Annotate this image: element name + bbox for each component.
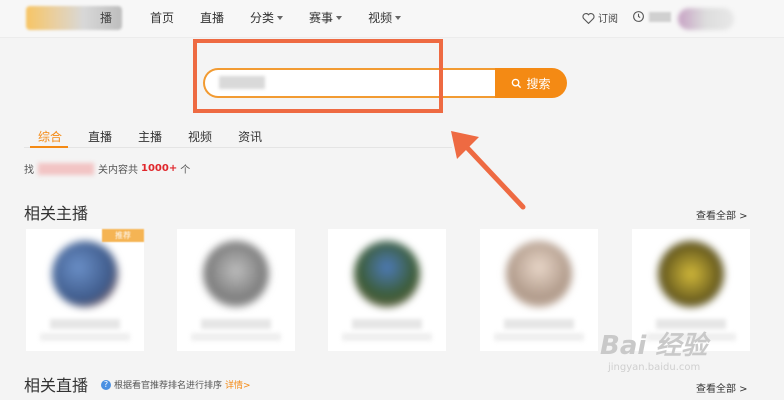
anchor-info <box>342 333 432 341</box>
anchor-info <box>40 333 130 341</box>
anchor-avatar <box>658 241 724 307</box>
nav-item-label: 视频 <box>368 11 393 25</box>
active-tab-indicator <box>30 146 68 148</box>
result-count: 1000+ <box>141 163 178 174</box>
heart-icon <box>582 12 595 24</box>
nav-item-events[interactable]: 赛事 <box>309 9 343 26</box>
baidu-jingyan-watermark: Bai 经验 jingyan.baidu.com <box>600 325 707 373</box>
see-all-live-link[interactable]: 查看全部 > <box>696 380 748 395</box>
live-hint: ? 根据看官推荐排名进行排序 详情> <box>101 378 251 391</box>
annotation-arrow <box>451 131 526 210</box>
anchor-info <box>494 333 584 341</box>
anchor-avatar <box>506 241 572 307</box>
section-title-live: 相关直播 <box>24 376 89 395</box>
anchor-name <box>50 319 120 329</box>
nav-item-label: 赛事 <box>309 11 334 25</box>
search-button[interactable]: 搜索 <box>495 68 567 98</box>
result-tabs: 综合 直播 主播 视频 资讯 <box>38 128 288 145</box>
anchor-card[interactable] <box>328 229 446 351</box>
tab-live[interactable]: 直播 <box>88 128 112 145</box>
anchor-name <box>201 319 271 329</box>
search-icon <box>512 78 522 88</box>
anchor-avatar <box>354 241 420 307</box>
question-icon: ? <box>101 379 111 390</box>
tab-news[interactable]: 资讯 <box>238 128 262 145</box>
anchor-name <box>504 319 574 329</box>
anchor-card[interactable] <box>177 229 295 351</box>
see-all-anchors-link[interactable]: 查看全部 > <box>696 207 748 222</box>
anchor-name <box>352 319 422 329</box>
result-suffix: 个 <box>180 165 191 176</box>
result-middle: 关内容共 <box>98 165 138 176</box>
blurred-keyword <box>38 162 94 175</box>
chevron-down-icon <box>336 15 343 20</box>
result-summary: 找 关内容共 1000+ 个 <box>24 161 190 176</box>
nav-item-label: 首页 <box>150 11 175 25</box>
anchor-info <box>191 333 281 341</box>
user-avatar[interactable] <box>678 8 734 30</box>
chevron-down-icon <box>277 15 284 20</box>
recommend-badge: 推荐 <box>102 229 144 242</box>
search-button-label: 搜索 <box>526 76 551 91</box>
clock-icon <box>633 11 644 22</box>
annotation-highlight-box <box>193 39 443 113</box>
nav-item-label: 直播 <box>200 11 225 25</box>
live-hint-details-link[interactable]: 详情> <box>225 378 251 391</box>
site-logo-text: 播 <box>100 11 113 25</box>
section-title-anchors: 相关主播 <box>24 204 89 223</box>
anchor-avatar <box>203 241 269 307</box>
tab-videos[interactable]: 视频 <box>188 128 212 145</box>
live-hint-text: 根据看官推荐排名进行排序 <box>114 381 223 391</box>
top-navigation-bar: 播 首页 直播 分类 赛事 视频 订阅 <box>0 0 784 38</box>
anchor-card[interactable]: 推荐 <box>26 229 144 351</box>
chevron-down-icon <box>395 15 402 20</box>
tab-anchors[interactable]: 主播 <box>138 128 162 145</box>
history-button[interactable] <box>632 10 671 23</box>
nav-item-label: 分类 <box>250 11 275 25</box>
watermark-url: jingyan.baidu.com <box>608 362 701 373</box>
subscribe-label: 订阅 <box>598 14 618 25</box>
nav-item-live[interactable]: 直播 <box>200 9 224 26</box>
anchor-avatar <box>52 241 118 307</box>
nav-item-home[interactable]: 首页 <box>150 9 174 26</box>
watermark-logo: Bai 经验 <box>600 331 708 361</box>
main-nav: 首页 直播 分类 赛事 视频 <box>150 9 427 26</box>
history-label <box>649 11 671 22</box>
result-prefix: 找 <box>24 165 34 176</box>
nav-item-video[interactable]: 视频 <box>368 9 402 26</box>
tab-all[interactable]: 综合 <box>38 128 62 145</box>
nav-item-category[interactable]: 分类 <box>250 9 284 26</box>
anchor-card[interactable] <box>480 229 598 351</box>
tabs-divider <box>24 147 452 148</box>
subscribe-button[interactable]: 订阅 <box>582 10 618 25</box>
